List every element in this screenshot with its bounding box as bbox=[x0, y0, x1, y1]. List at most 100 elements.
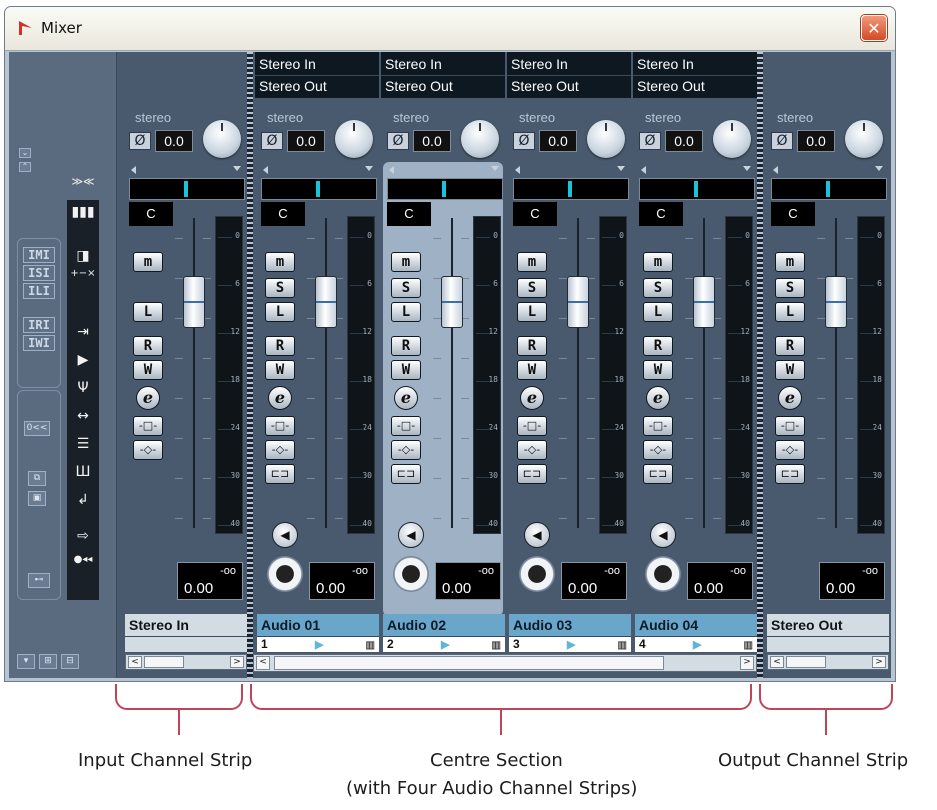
s-button[interactable]: S bbox=[265, 278, 295, 298]
w-button[interactable]: W bbox=[133, 360, 163, 380]
gain-knob[interactable] bbox=[713, 120, 751, 158]
input-icon[interactable]: ⇥ bbox=[67, 322, 99, 342]
eq-bypass-icon[interactable]: -◇- bbox=[517, 440, 547, 460]
scroll-thumb[interactable] bbox=[144, 656, 184, 668]
volume-display[interactable]: -oo 0.00 bbox=[687, 562, 753, 600]
dropdown-arrow-icon[interactable] bbox=[875, 166, 883, 171]
strip-scrollbar[interactable]: < > bbox=[767, 654, 889, 670]
strip-scrollbar[interactable]: < > bbox=[125, 654, 247, 670]
record-button[interactable] bbox=[393, 556, 429, 592]
scroll-up-icon[interactable]: ⌃ bbox=[19, 162, 31, 172]
send-bypass-icon[interactable]: ⊏⊐ bbox=[775, 464, 805, 484]
m-button[interactable]: m bbox=[391, 252, 421, 272]
output-routing[interactable]: Stereo Out bbox=[511, 76, 579, 96]
w-button[interactable]: W bbox=[775, 360, 805, 380]
r-button[interactable]: R bbox=[265, 336, 295, 356]
eq-bypass-icon[interactable]: -◇- bbox=[391, 440, 421, 460]
reset-button[interactable]: 0<< bbox=[24, 421, 50, 436]
input-routing[interactable]: Stereo In bbox=[385, 54, 442, 74]
dropdown-arrow-icon[interactable] bbox=[491, 166, 499, 171]
scroll-left-icon[interactable]: < bbox=[770, 656, 784, 668]
send-bypass-icon[interactable]: ⊏⊐ bbox=[265, 464, 295, 484]
w-button[interactable]: W bbox=[265, 360, 295, 380]
gain-knob[interactable] bbox=[335, 120, 373, 158]
record-button[interactable] bbox=[645, 556, 681, 592]
expand-arrows-icon[interactable]: ≫≪ bbox=[67, 172, 99, 192]
edit-e-icon[interactable]: e bbox=[520, 386, 544, 410]
l-button[interactable]: L bbox=[391, 302, 421, 322]
send-bypass-icon[interactable]: ⊏⊐ bbox=[391, 464, 421, 484]
phase-button[interactable]: Ø bbox=[387, 132, 409, 150]
l-button[interactable]: L bbox=[775, 302, 805, 322]
r-button[interactable]: R bbox=[391, 336, 421, 356]
input-gain-field[interactable]: 0.0 bbox=[413, 130, 451, 152]
channel-view-icon[interactable]: ▮▮▮ bbox=[67, 202, 99, 222]
close-button[interactable]: ✕ bbox=[861, 15, 887, 41]
r-button[interactable]: R bbox=[775, 336, 805, 356]
r-button[interactable]: R bbox=[643, 336, 673, 356]
send-bypass-icon[interactable]: ⊏⊐ bbox=[643, 464, 673, 484]
eq-view-icon[interactable]: +−× bbox=[67, 264, 99, 284]
channel-name[interactable]: Stereo In bbox=[125, 614, 247, 636]
global-write-button[interactable]: IWI bbox=[23, 335, 55, 351]
pan-control[interactable] bbox=[129, 178, 245, 200]
output-routing[interactable]: Stereo Out bbox=[259, 76, 327, 96]
gain-knob[interactable] bbox=[587, 120, 625, 158]
monitor-button[interactable]: ◀ bbox=[272, 522, 298, 548]
scroll-thumb[interactable] bbox=[786, 656, 826, 668]
left-arrow-icon[interactable] bbox=[263, 166, 268, 174]
phase-button[interactable]: Ø bbox=[513, 132, 535, 150]
m-button[interactable]: m bbox=[265, 252, 295, 272]
volume-display[interactable]: -oo 0.00 bbox=[309, 562, 375, 600]
monitor-button[interactable]: ◀ bbox=[398, 522, 424, 548]
insert-bypass-icon[interactable]: -□- bbox=[265, 416, 295, 436]
r-button[interactable]: R bbox=[517, 336, 547, 356]
volume-display[interactable]: -oo 0.00 bbox=[435, 562, 501, 600]
dropdown-arrow-icon[interactable] bbox=[233, 166, 241, 171]
eq-bypass-icon[interactable]: -◇- bbox=[643, 440, 673, 460]
play-arrow-icon[interactable]: ▶ bbox=[693, 638, 701, 653]
insert-bypass-icon[interactable]: -□- bbox=[133, 416, 163, 436]
input-gain-field[interactable]: 0.0 bbox=[539, 130, 577, 152]
input-gain-field[interactable]: 0.0 bbox=[797, 130, 835, 152]
s-button[interactable]: S bbox=[775, 278, 805, 298]
insert-bypass-icon[interactable]: -□- bbox=[643, 416, 673, 436]
pan-control[interactable] bbox=[387, 178, 503, 200]
w-button[interactable]: W bbox=[391, 360, 421, 380]
volume-fader[interactable] bbox=[567, 276, 589, 328]
fader-view-icon[interactable]: ☰ bbox=[67, 434, 99, 454]
global-read-button[interactable]: IRI bbox=[23, 317, 55, 333]
channel-name[interactable]: Audio 04 bbox=[635, 614, 757, 636]
edit-e-icon[interactable]: e bbox=[136, 386, 160, 410]
pan-control[interactable] bbox=[771, 178, 887, 200]
left-arrow-icon[interactable] bbox=[515, 166, 520, 174]
pan-control[interactable] bbox=[639, 178, 755, 200]
grid-icon[interactable]: ▥ bbox=[366, 638, 375, 653]
meter-view-icon[interactable]: Ш bbox=[67, 462, 99, 482]
input-gain-field[interactable]: 0.0 bbox=[287, 130, 325, 152]
gain-knob[interactable] bbox=[845, 120, 883, 158]
copy-icon[interactable]: ⧉ bbox=[28, 471, 46, 486]
eq-bypass-icon[interactable]: -◇- bbox=[265, 440, 295, 460]
channel-name[interactable]: Audio 01 bbox=[257, 614, 379, 636]
volume-fader[interactable] bbox=[825, 276, 847, 328]
volume-fader[interactable] bbox=[441, 276, 463, 328]
scroll-right-icon[interactable]: > bbox=[230, 656, 244, 668]
insert-bypass-icon[interactable]: -□- bbox=[391, 416, 421, 436]
l-button[interactable]: L bbox=[265, 302, 295, 322]
input-routing[interactable]: Stereo In bbox=[511, 54, 568, 74]
m-button[interactable]: m bbox=[775, 252, 805, 272]
panner-icon[interactable]: ↔ bbox=[67, 406, 99, 426]
more-icon[interactable]: ●◂◂ bbox=[67, 550, 99, 570]
phase-button[interactable]: Ø bbox=[261, 132, 283, 150]
w-button[interactable]: W bbox=[517, 360, 547, 380]
m-button[interactable]: m bbox=[517, 252, 547, 272]
return-icon[interactable]: ↲ bbox=[67, 490, 99, 510]
global-solo-button[interactable]: ISI bbox=[23, 265, 55, 281]
volume-display[interactable]: -oo 0.00 bbox=[819, 562, 885, 600]
play-arrow-icon[interactable]: ▶ bbox=[567, 638, 575, 653]
monitor-button[interactable]: ◀ bbox=[650, 522, 676, 548]
grid-icon[interactable]: ▥ bbox=[744, 638, 753, 653]
l-button[interactable]: L bbox=[133, 302, 163, 322]
dropdown-arrow-icon[interactable] bbox=[617, 166, 625, 171]
